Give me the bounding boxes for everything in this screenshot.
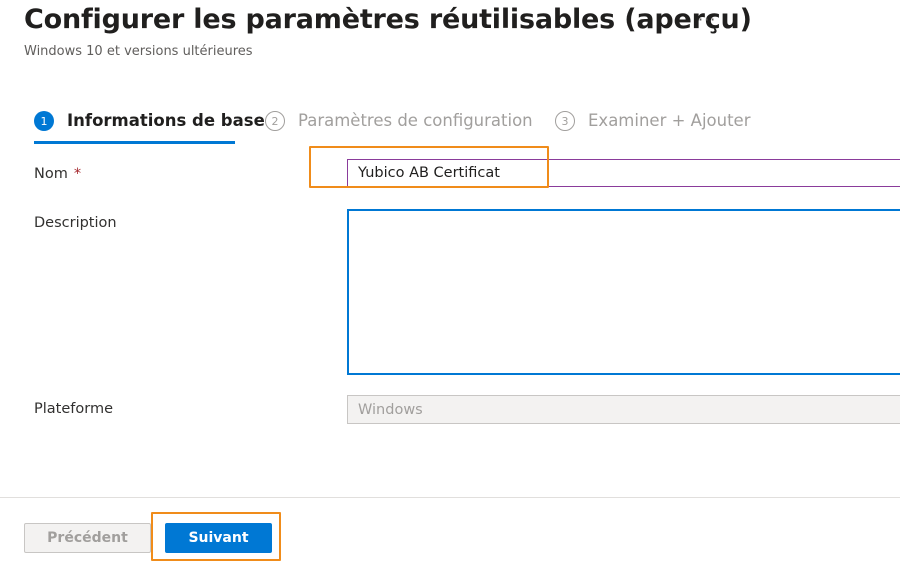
page-subtitle: Windows 10 et versions ultérieures bbox=[24, 44, 253, 59]
next-button[interactable]: Suivant bbox=[165, 523, 272, 553]
step-configuration-settings[interactable]: 2 Paramètres de configuration bbox=[265, 110, 533, 144]
more-options-icon[interactable]: ··· bbox=[698, 10, 716, 29]
description-label: Description bbox=[34, 215, 117, 231]
page-title: Configurer les paramètres réutilisables … bbox=[24, 4, 752, 35]
step-number-3: 3 bbox=[555, 111, 575, 131]
step-number-2: 2 bbox=[265, 111, 285, 131]
step-review-add[interactable]: 3 Examiner + Ajouter bbox=[555, 110, 751, 144]
platform-label: Plateforme bbox=[34, 401, 113, 417]
previous-button[interactable]: Précédent bbox=[24, 523, 151, 553]
description-textarea[interactable] bbox=[347, 209, 900, 375]
required-marker: * bbox=[73, 166, 82, 182]
step-basics[interactable]: 1 Informations de base bbox=[34, 110, 265, 144]
name-label: Nom * bbox=[34, 166, 81, 182]
footer-divider bbox=[0, 497, 900, 498]
platform-field: Windows bbox=[347, 395, 900, 424]
wizard-page: Configurer les paramètres réutilisables … bbox=[0, 0, 900, 562]
active-step-indicator bbox=[34, 141, 235, 144]
step-label-configuration-settings: Paramètres de configuration bbox=[298, 111, 533, 130]
step-label-review-add: Examiner + Ajouter bbox=[588, 111, 751, 130]
name-input[interactable]: Yubico AB Certificat bbox=[347, 159, 900, 187]
step-label-basics: Informations de base bbox=[67, 111, 265, 130]
step-number-1: 1 bbox=[34, 111, 54, 131]
name-label-text: Nom bbox=[34, 166, 68, 182]
